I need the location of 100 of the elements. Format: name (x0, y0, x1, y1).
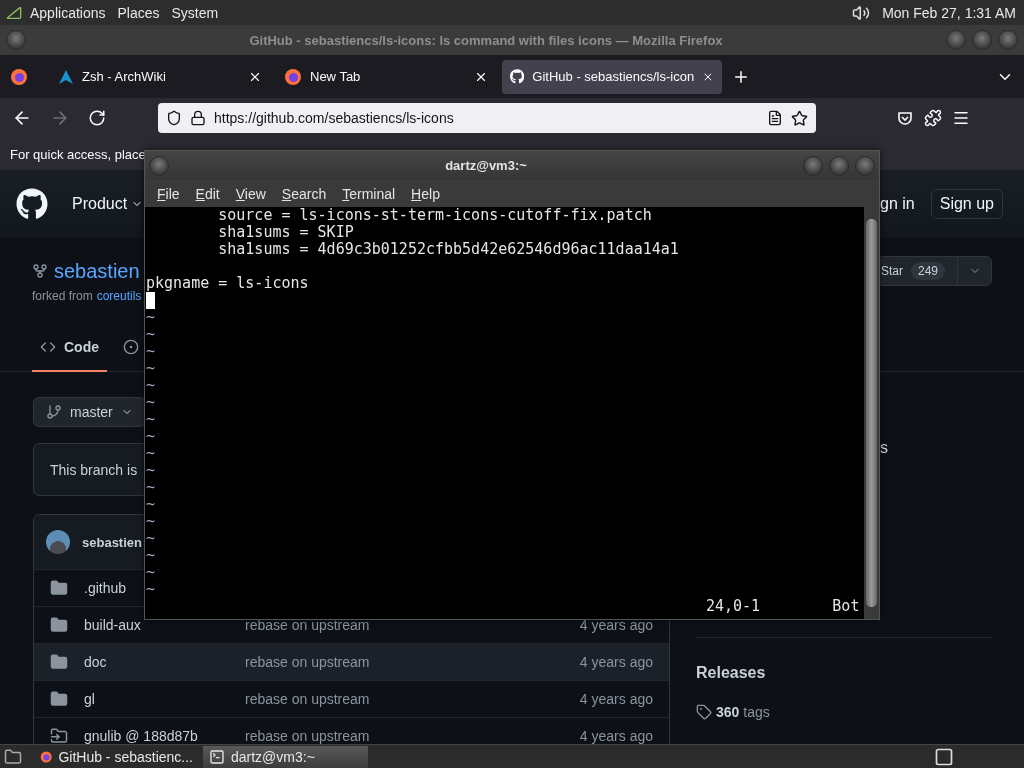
folder-icon (50, 616, 68, 634)
shield-icon[interactable] (166, 110, 182, 126)
star-count: 249 (910, 262, 945, 280)
fork-icon (32, 263, 48, 279)
repo-tab[interactable]: Code (32, 324, 107, 372)
folder-icon (50, 653, 68, 671)
pocket-icon[interactable] (896, 109, 914, 127)
panel-menu[interactable]: Applications (30, 4, 106, 21)
reload-icon (88, 109, 106, 127)
commit-message-link[interactable]: rebase on upstream (245, 654, 580, 670)
close-button[interactable] (998, 30, 1018, 50)
empty-line-marker: ~ (146, 427, 156, 445)
window-menu-button[interactable] (6, 30, 26, 50)
browser-tab[interactable]: GitHub - sebastiencs/ls-icon (502, 59, 722, 94)
terminal-menu[interactable]: Terminal (334, 185, 404, 202)
bookmark-star-icon[interactable] (791, 109, 808, 127)
commit-age: 4 years ago (579, 728, 653, 744)
terminal-line: sha1sums = 4d69c3b01252cfbb5d42e62546d96ac11daa14a1 (217, 240, 679, 258)
tags-label[interactable]: tags (743, 704, 770, 720)
minimize-button[interactable] (946, 30, 966, 50)
branch-icon (46, 404, 62, 420)
terminal-line: pkgname = ls-icons (146, 274, 309, 292)
speaker-icon[interactable] (852, 3, 871, 22)
reader-view-icon[interactable] (767, 110, 783, 126)
scroll-position: Bot (832, 598, 860, 615)
commit-age: 4 years ago (579, 654, 653, 670)
maximize-button[interactable] (972, 30, 992, 50)
empty-line-marker: ~ (146, 444, 156, 462)
commit-message-link[interactable]: rebase on upstream (245, 691, 580, 707)
bookmarks-hint: For quick access, place (10, 146, 146, 162)
panel-menu[interactable]: System (171, 4, 219, 21)
empty-line-marker: ~ (146, 580, 156, 598)
tag-icon (696, 704, 712, 720)
browser-tab[interactable]: Zsh - ArchWiki (50, 59, 270, 94)
empty-line-marker: ~ (146, 529, 156, 547)
repo-name-link[interactable]: sebastien (54, 259, 140, 283)
close-button[interactable] (855, 155, 875, 176)
empty-line-marker: ~ (146, 342, 156, 360)
file-name-link[interactable]: .github (84, 580, 127, 596)
address-field[interactable]: https://github.com/sebastiencs/ls-icons (158, 103, 816, 133)
terminal-menu[interactable]: Edit (187, 185, 228, 202)
terminal-menu[interactable]: Search (273, 185, 335, 202)
extensions-icon[interactable] (924, 109, 942, 127)
menu-icon[interactable] (952, 109, 970, 127)
terminal-menu[interactable]: View (227, 185, 274, 202)
product-menu[interactable]: Product (72, 195, 144, 213)
minimize-button[interactable] (803, 155, 823, 176)
code-icon (40, 339, 56, 355)
file-name-link[interactable]: build-aux (84, 617, 141, 633)
terminal-menu[interactable]: Help (403, 185, 448, 202)
folder-icon (50, 579, 68, 597)
empty-line-marker: ~ (146, 393, 156, 411)
terminal-menu[interactable]: File (149, 185, 188, 202)
terminal-line: source = ls-icons-st-term-icons-cutoff-fix.patch (217, 207, 652, 224)
terminal-icon (209, 748, 225, 765)
file-name-link[interactable]: doc (84, 654, 107, 670)
folder-icon (50, 690, 68, 708)
show-desktop-icon[interactable] (934, 746, 954, 767)
terminal-line: sha1sums = SKIP (217, 223, 354, 241)
browser-tab[interactable]: New Tab (276, 59, 496, 94)
lock-icon[interactable] (190, 110, 206, 126)
commit-age: 4 years ago (579, 691, 653, 707)
empty-line-marker: ~ (146, 359, 156, 377)
branch-button[interactable]: master (33, 397, 146, 427)
text-cursor (146, 292, 155, 309)
taskbar-item[interactable]: dartz@vm3:~ (203, 745, 368, 768)
commit-message-link[interactable]: rebase on upstream (245, 728, 580, 744)
file-name-link[interactable]: gl (84, 691, 95, 707)
maximize-button[interactable] (829, 155, 849, 176)
folder-icon[interactable] (4, 747, 22, 766)
empty-line-marker: ~ (146, 308, 156, 326)
folder-arrow-icon (50, 727, 68, 744)
tab-title: New Tab (310, 69, 362, 84)
file-name-link[interactable]: gnulib @ 188d87b (84, 728, 198, 744)
releases-heading[interactable]: Releases (696, 664, 992, 682)
empty-line-marker: ~ (146, 325, 156, 343)
window-menu-button[interactable] (149, 155, 169, 176)
empty-line-marker: ~ (146, 410, 156, 428)
firefox-icon (284, 67, 302, 86)
panel-menu[interactable]: Places (117, 4, 160, 21)
forked-from-link[interactable]: coreutils (96, 289, 142, 303)
github-logo-icon[interactable] (16, 188, 48, 220)
clock[interactable]: Mon Feb 27, 1:31 AM (882, 4, 1016, 21)
sign-up-button[interactable]: Sign up (930, 189, 1003, 219)
cursor-position: 24,0-1 (705, 598, 761, 615)
commit-message-link[interactable]: rebase on upstream (245, 617, 580, 633)
taskbar-item[interactable]: GitHub - sebastienc... (34, 745, 199, 768)
empty-line-marker: ~ (146, 461, 156, 479)
forked-from-label: forked from (32, 289, 93, 303)
commit-author[interactable]: sebastien (82, 534, 142, 550)
empty-line-marker: ~ (146, 563, 156, 581)
tab-title: Zsh - ArchWiki (82, 69, 167, 84)
scrollbar[interactable] (864, 207, 879, 619)
tag-count[interactable]: 360 (716, 704, 740, 720)
empty-line-marker: ~ (146, 478, 156, 496)
tab-title: GitHub - sebastiencs/ls-icon (532, 69, 695, 84)
firefox-icon[interactable] (10, 67, 28, 86)
window-title: GitHub - sebastiencs/ls-icons: ls command with files icons — Mozilla Firefox (248, 32, 724, 48)
menu-logo-icon[interactable] (6, 4, 22, 21)
commit-age: 4 years ago (579, 617, 653, 633)
